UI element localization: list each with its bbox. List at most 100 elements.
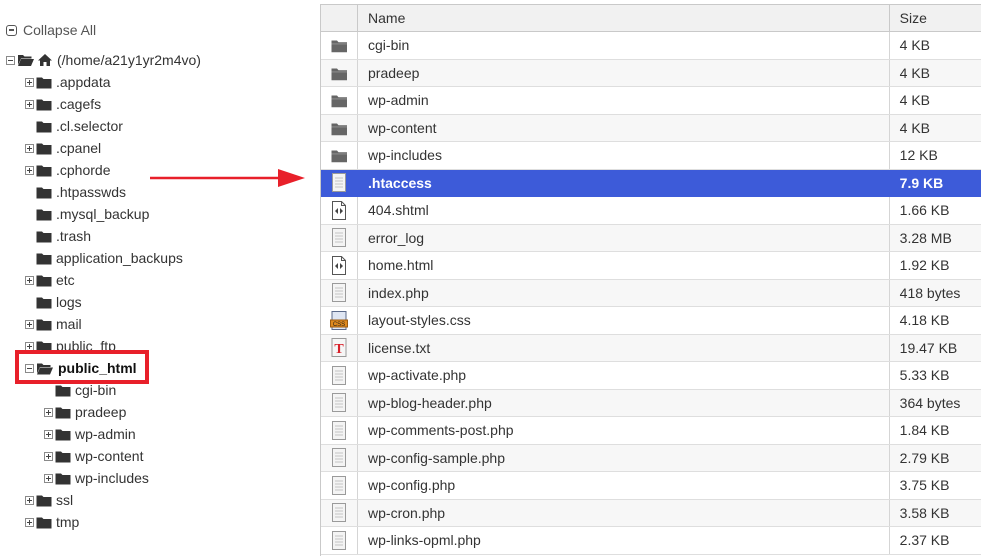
tree-node-label: logs — [56, 294, 82, 310]
icon-column-header[interactable] — [321, 5, 359, 32]
tree-node-mail[interactable]: mail — [25, 313, 82, 335]
file-name-cell[interactable]: index.php — [357, 279, 890, 307]
table-row[interactable]: cgi-bin 4 KB — [321, 31, 981, 60]
folder-icon — [36, 318, 52, 331]
table-row[interactable]: pradeep 4 KB — [321, 59, 981, 87]
tree-node-application-backups[interactable]: application_backups — [25, 247, 183, 269]
tree-node-wp-admin[interactable]: wp-admin — [44, 423, 136, 445]
table-row[interactable]: wp-config-sample.php 2.79 KB — [321, 444, 981, 472]
css-file-icon: CSS — [330, 310, 348, 330]
file-table: Name Size cgi-bin 4 KB pradeep 4 KB wp-admin… — [321, 5, 981, 555]
table-row[interactable]: wp-content 4 KB — [321, 114, 981, 142]
file-name-cell[interactable]: pradeep — [357, 59, 890, 87]
file-name-cell[interactable]: wp-links-opml.php — [357, 526, 890, 555]
tree-node-cl-selector[interactable]: .cl.selector — [25, 115, 123, 137]
file-name-cell[interactable]: wp-config-sample.php — [357, 444, 890, 472]
expand-toggle-icon[interactable] — [25, 143, 34, 153]
file-name-cell[interactable]: layout-styles.css — [357, 306, 890, 335]
folder-icon — [331, 122, 348, 136]
file-name-cell[interactable]: wp-content — [357, 114, 890, 142]
table-row[interactable]: wp-admin 4 KB — [321, 86, 981, 115]
table-row[interactable]: home.html 1.92 KB — [321, 251, 981, 280]
tree-node-appdata[interactable]: .appdata — [25, 71, 111, 93]
expand-toggle-icon[interactable] — [25, 99, 34, 109]
tree-node-wp-content[interactable]: wp-content — [44, 445, 143, 467]
table-row[interactable]: wp-config.php 3.75 KB — [321, 471, 981, 500]
table-row[interactable]: error_log 3.28 MB — [321, 224, 981, 252]
tree-node-ssl[interactable]: ssl — [25, 489, 73, 511]
tree-node-trash[interactable]: .trash — [25, 225, 91, 247]
file-name-cell[interactable]: cgi-bin — [357, 31, 890, 60]
expand-toggle-icon[interactable] — [25, 495, 34, 505]
table-row[interactable]: wp-links-opml.php 2.37 KB — [321, 526, 981, 555]
expand-toggle-icon[interactable] — [44, 451, 53, 461]
folder-icon — [331, 149, 348, 163]
tree-node-label: .trash — [56, 228, 92, 244]
file-icon — [331, 448, 347, 468]
size-column-header[interactable]: Size — [889, 5, 981, 32]
expand-toggle-icon[interactable] — [25, 275, 34, 285]
tree-node-wp-includes[interactable]: wp-includes — [44, 467, 149, 489]
expand-toggle-icon[interactable] — [25, 319, 34, 329]
tree-node-logs[interactable]: logs — [25, 291, 82, 313]
table-row[interactable]: .htaccess 7.9 KB — [321, 169, 981, 197]
file-name-cell[interactable]: wp-cron.php — [357, 499, 890, 527]
expand-toggle-icon[interactable] — [25, 77, 34, 87]
file-size-cell: 418 bytes — [889, 279, 981, 307]
row-icon-cell — [321, 389, 359, 417]
folder-icon — [36, 516, 52, 529]
collapse-all-button[interactable]: Collapse All — [6, 20, 96, 40]
tree-node-pradeep[interactable]: pradeep — [44, 401, 126, 423]
file-name-cell[interactable]: wp-includes — [357, 141, 890, 170]
file-name-cell[interactable]: wp-comments-post.php — [357, 416, 890, 445]
tree-node-tmp[interactable]: tmp — [25, 511, 79, 533]
folder-icon — [36, 494, 52, 507]
expand-toggle-icon[interactable] — [44, 473, 53, 483]
file-size-cell: 4 KB — [889, 114, 981, 142]
file-name-cell[interactable]: wp-config.php — [357, 471, 890, 500]
file-size-cell: 4 KB — [889, 31, 981, 60]
tree-node-mysql-backup[interactable]: .mysql_backup — [25, 203, 149, 225]
row-icon-cell — [321, 169, 359, 197]
table-row[interactable]: CSS layout-styles.css 4.18 KB — [321, 306, 981, 335]
file-name-cell[interactable]: 404.shtml — [357, 196, 890, 225]
tree-node-label: application_backups — [56, 250, 183, 266]
table-row[interactable]: wp-blog-header.php 364 bytes — [321, 389, 981, 417]
file-name-cell[interactable]: license.txt — [357, 334, 890, 362]
file-name-cell[interactable]: wp-admin — [357, 86, 890, 115]
table-row[interactable]: wp-includes 12 KB — [321, 141, 981, 170]
file-size-cell: 1.92 KB — [889, 251, 981, 280]
table-row[interactable]: Tlicense.txt 19.47 KB — [321, 334, 981, 362]
file-name-cell[interactable]: .htaccess — [357, 169, 890, 197]
expand-toggle-icon[interactable] — [25, 517, 34, 527]
tree-node-htpasswds[interactable]: .htpasswds — [25, 181, 126, 203]
expand-toggle-icon[interactable] — [44, 407, 53, 417]
expand-toggle-icon[interactable] — [44, 429, 53, 439]
tree-node-label: ssl — [56, 492, 74, 508]
file-name-cell[interactable]: error_log — [357, 224, 890, 252]
folder-icon — [36, 208, 52, 221]
tree-node-cphorde[interactable]: .cphorde — [25, 159, 110, 181]
file-size-cell: 19.47 KB — [889, 334, 981, 362]
tree-node-cagefs[interactable]: .cagefs — [25, 93, 101, 115]
collapse-toggle-icon[interactable] — [6, 55, 15, 65]
name-column-header[interactable]: Name — [357, 5, 890, 32]
table-row[interactable]: wp-activate.php 5.33 KB — [321, 361, 981, 390]
tree-node-label: cgi-bin — [75, 382, 117, 398]
table-row[interactable]: wp-comments-post.php 1.84 KB — [321, 416, 981, 445]
file-size-cell: 4 KB — [889, 59, 981, 87]
tree-node-cpanel[interactable]: .cpanel — [25, 137, 101, 159]
tree-node-label: etc — [56, 272, 75, 288]
table-row[interactable]: 404.shtml 1.66 KB — [321, 196, 981, 225]
tree-root-node[interactable]: (/home/a21y1yr2m4vo) — [6, 49, 201, 71]
row-icon-cell — [321, 114, 359, 142]
table-row[interactable]: wp-cron.php 3.58 KB — [321, 499, 981, 527]
file-name-cell[interactable]: wp-activate.php — [357, 361, 890, 390]
expand-toggle-icon[interactable] — [25, 165, 34, 175]
row-icon-cell — [321, 251, 359, 280]
file-name-cell[interactable]: home.html — [357, 251, 890, 280]
file-name-cell[interactable]: wp-blog-header.php — [357, 389, 890, 417]
tree-node-etc[interactable]: etc — [25, 269, 75, 291]
folder-icon — [36, 186, 52, 199]
table-row[interactable]: index.php 418 bytes — [321, 279, 981, 307]
